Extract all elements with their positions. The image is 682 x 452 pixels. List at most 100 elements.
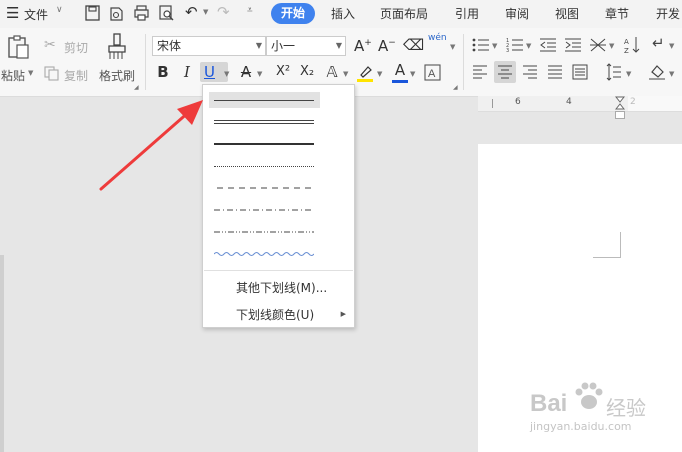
- tab-insert[interactable]: 插入: [331, 5, 355, 22]
- highlight-dropdown-icon[interactable]: ▼: [377, 70, 382, 78]
- character-border-icon[interactable]: A: [424, 64, 441, 81]
- font-name-select[interactable]: 宋体 ▼: [152, 36, 266, 56]
- underline-option-thick[interactable]: [209, 136, 320, 152]
- horizontal-ruler[interactable]: 6 4 2: [478, 96, 682, 112]
- tab-section[interactable]: 章节: [605, 5, 629, 22]
- bold-button[interactable]: B: [153, 62, 173, 82]
- more-underlines-item[interactable]: 其他下划线(M)...: [236, 279, 327, 296]
- find-icon[interactable]: [158, 4, 175, 22]
- paste-label[interactable]: 粘贴: [1, 67, 25, 84]
- underline-option-double[interactable]: [209, 114, 320, 130]
- print-preview-icon[interactable]: [108, 4, 125, 22]
- scissors-icon[interactable]: ✂: [44, 37, 56, 53]
- subscript-button[interactable]: X₂: [296, 62, 318, 82]
- chinese-layout-dropdown-icon[interactable]: ▼: [609, 42, 614, 50]
- watermark: Bai 经验 jingyan.baidu.com: [528, 376, 678, 448]
- show-marks-icon[interactable]: ↵: [652, 34, 665, 52]
- decrease-indent-icon[interactable]: [539, 37, 557, 53]
- underline-option-dash-dot-dot[interactable]: [209, 224, 320, 240]
- tab-start[interactable]: 开始: [271, 3, 315, 24]
- show-marks-dropdown-icon[interactable]: ▼: [669, 42, 674, 50]
- copy-icon[interactable]: [44, 66, 59, 81]
- tab-page-layout[interactable]: 页面布局: [380, 5, 428, 22]
- clear-format-icon[interactable]: ⌫: [403, 36, 424, 54]
- align-center-icon: [498, 65, 512, 79]
- tab-review[interactable]: 审阅: [505, 5, 529, 22]
- sort-icon[interactable]: AZ: [623, 36, 641, 54]
- customize-quick-access-icon[interactable]: ⩡: [247, 5, 253, 16]
- menu-bar: ☰ 文件 ∨ ↶ ▼ ↷ ⩡ 开始 插入 页面布局 引用 审阅 视图 章节 开发: [0, 0, 682, 28]
- italic-button[interactable]: I: [177, 62, 197, 82]
- cut-button[interactable]: 剪切: [64, 39, 88, 56]
- align-left-icon[interactable]: [472, 65, 488, 79]
- line-preview: [217, 187, 312, 189]
- strikethrough-icon[interactable]: A: [236, 62, 256, 82]
- hanging-indent-marker[interactable]: [615, 111, 625, 119]
- print-icon[interactable]: [133, 4, 150, 22]
- line-preview: [214, 143, 314, 145]
- underline-option-wave[interactable]: [209, 246, 320, 262]
- pinyin-dropdown-icon[interactable]: ▼: [450, 43, 455, 51]
- underline-option-single[interactable]: [209, 92, 320, 108]
- line-preview: [214, 166, 314, 167]
- distributed-align-icon[interactable]: [572, 64, 588, 80]
- undo-dropdown-icon[interactable]: ▼: [203, 8, 208, 16]
- strikethrough-dropdown-icon[interactable]: ▼: [257, 70, 262, 78]
- line-preview: [214, 100, 314, 101]
- align-right-icon[interactable]: [522, 65, 538, 79]
- tab-developer[interactable]: 开发: [656, 5, 680, 22]
- text-effect-dropdown-icon[interactable]: ▼: [343, 70, 348, 78]
- font-color-swatch: [392, 80, 408, 83]
- numbered-list-icon[interactable]: 123: [506, 37, 524, 53]
- underline-color-item[interactable]: 下划线颜色(U): [236, 306, 314, 323]
- increase-indent-icon[interactable]: [564, 37, 582, 53]
- justify-icon[interactable]: [547, 65, 563, 79]
- indent-marker-icon[interactable]: [615, 96, 625, 111]
- tab-references[interactable]: 引用: [455, 5, 479, 22]
- divider: [145, 34, 146, 90]
- underline-option-dashed[interactable]: [209, 180, 320, 196]
- redo-icon[interactable]: ↷: [217, 3, 230, 21]
- align-center-button[interactable]: [494, 61, 516, 83]
- format-painter-label[interactable]: 格式刷: [99, 67, 135, 84]
- hamburger-icon[interactable]: ☰: [6, 4, 19, 22]
- save-icon[interactable]: [84, 4, 101, 22]
- line-spacing-icon[interactable]: [606, 63, 622, 81]
- chevron-down-icon[interactable]: ∨: [56, 5, 63, 15]
- watermark-url: jingyan.baidu.com: [530, 420, 632, 433]
- file-menu[interactable]: 文件: [24, 6, 48, 23]
- undo-icon[interactable]: ↶: [185, 3, 198, 21]
- svg-text:A: A: [428, 68, 436, 80]
- font-color-icon[interactable]: A: [390, 60, 410, 80]
- paste-dropdown-icon[interactable]: ▼: [28, 69, 33, 77]
- superscript-button[interactable]: X²: [272, 62, 294, 82]
- underline-dropdown-icon[interactable]: ▼: [224, 70, 229, 78]
- bullet-list-icon[interactable]: [472, 37, 490, 53]
- numbering-dropdown-icon[interactable]: ▼: [526, 42, 531, 50]
- font-size-select[interactable]: 小一 ▼: [266, 36, 346, 56]
- clipboard-launcher-icon[interactable]: ◢: [134, 84, 139, 91]
- highlight-icon[interactable]: [355, 63, 375, 83]
- shading-dropdown-icon[interactable]: ▼: [669, 70, 674, 78]
- paste-icon[interactable]: [6, 34, 30, 60]
- shrink-font-icon[interactable]: A−: [378, 37, 396, 55]
- grow-font-icon[interactable]: A+: [354, 37, 372, 55]
- font-color-dropdown-icon[interactable]: ▼: [410, 70, 415, 78]
- chevron-down-icon: ▼: [335, 41, 342, 50]
- format-painter-icon[interactable]: [106, 33, 128, 61]
- shading-icon[interactable]: [648, 63, 666, 81]
- copy-button[interactable]: 复制: [64, 67, 88, 84]
- underline-option-dash-dot[interactable]: [209, 202, 320, 218]
- paw-logo-icon: [575, 382, 603, 409]
- text-effect-icon[interactable]: 𝔸: [322, 62, 342, 82]
- ruler-number: 4: [566, 97, 572, 107]
- bullet-dropdown-icon[interactable]: ▼: [492, 42, 497, 50]
- underline-option-dotted[interactable]: [209, 158, 320, 174]
- chinese-layout-icon[interactable]: [589, 37, 607, 53]
- font-launcher-icon[interactable]: ◢: [453, 84, 458, 91]
- line-preview: [214, 231, 314, 233]
- pinyin-guide-icon[interactable]: wén: [428, 33, 447, 43]
- line-spacing-dropdown-icon[interactable]: ▼: [626, 70, 631, 78]
- tab-view[interactable]: 视图: [555, 5, 579, 22]
- line-preview: [214, 252, 314, 256]
